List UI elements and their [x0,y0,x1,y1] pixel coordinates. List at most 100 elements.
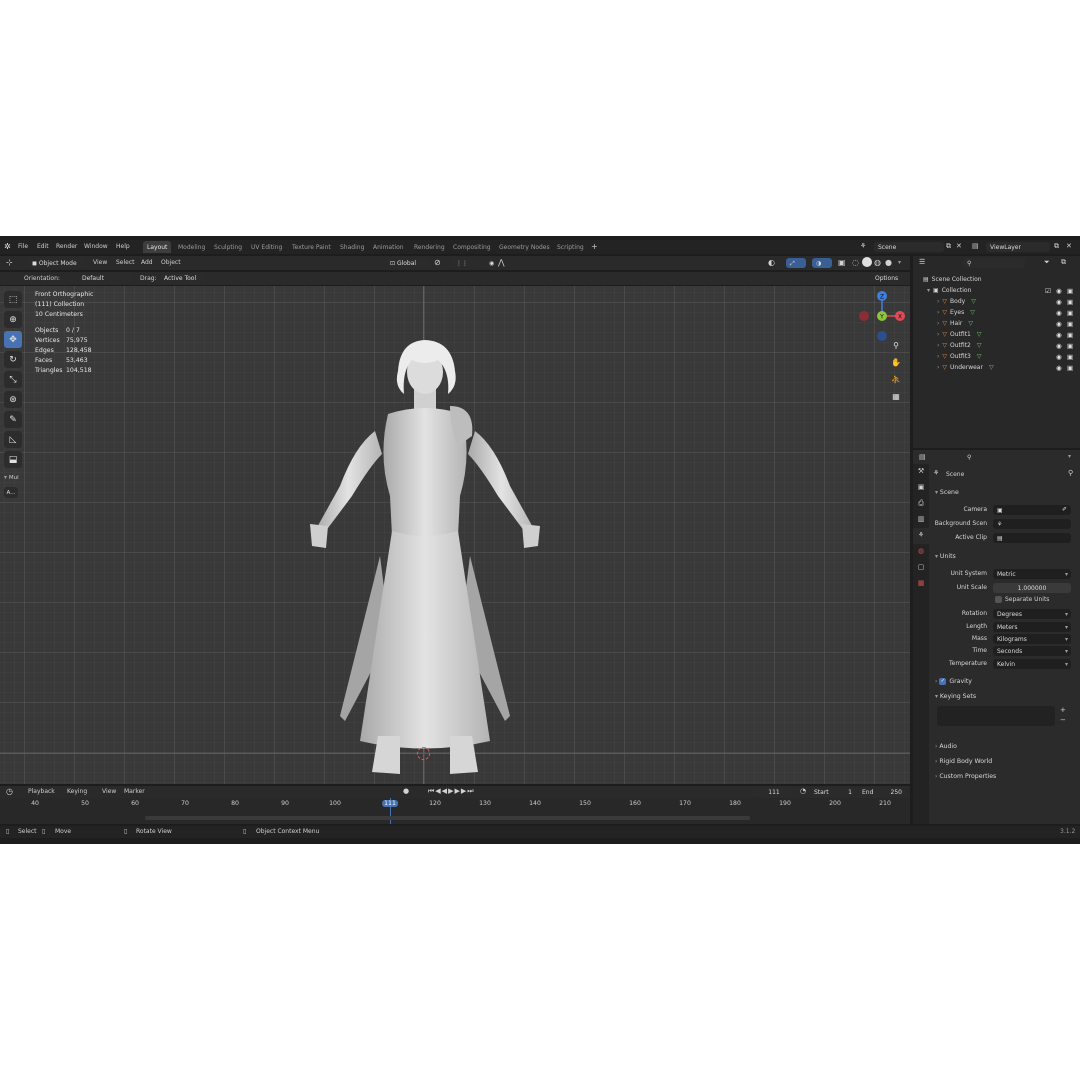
mesh-data-icon[interactable]: ▽ [970,309,975,316]
temperature-dropdown[interactable]: Kelvin ▾ [993,659,1071,669]
outliner-editor-icon[interactable]: ☰ [919,258,925,266]
collection-tab-icon[interactable]: ▢ [913,560,929,576]
camera-icon[interactable]: ▣ [1067,331,1073,339]
timeline-menu-keying[interactable]: Keying [67,788,87,795]
falloff-icon[interactable]: ⋀ [498,258,505,267]
separate-units-checkbox[interactable]: Separate Units [995,596,1049,603]
properties-editor-icon[interactable]: ▤ [919,453,926,461]
eye-icon[interactable]: ◉ [1056,353,1062,361]
keying-sets-panel-header[interactable]: ▾ Keying Sets [935,693,976,700]
timeline-menu-view[interactable]: View [102,788,116,795]
gizmo-toggle[interactable]: ⤢ [786,258,806,268]
menu-render[interactable]: Render [56,243,77,250]
character-model[interactable] [300,336,550,776]
camera-field[interactable]: ▣ ✐ [993,505,1071,515]
eye-icon[interactable]: ◉ [1056,364,1062,372]
rendered-shading-icon[interactable]: ● [885,258,892,267]
chevron-down-icon[interactable]: ▾ [927,287,930,294]
overlay-toggle[interactable]: ◑ [812,258,832,268]
new-collection-icon[interactable]: ⧉ [1061,258,1066,267]
current-frame-field[interactable]: 111 [754,787,794,797]
material-shading-icon[interactable]: ◍ [874,258,881,267]
chevron-right-icon[interactable]: › [937,342,939,349]
camera-icon[interactable]: ▣ [1067,298,1073,306]
world-tab-icon[interactable]: ◍ [913,544,929,560]
units-panel-header[interactable]: ▾ Units [935,553,956,560]
rotation-dropdown[interactable]: Degrees ▾ [993,609,1071,619]
measure-tool[interactable]: ◺ [4,431,22,448]
drag-setting-dropdown[interactable]: Active Tool [160,273,206,283]
viewport-menu-select[interactable]: Select [116,259,135,266]
delete-scene-icon[interactable]: ✕ [956,242,962,250]
chevron-right-icon[interactable]: › [937,309,939,316]
eye-icon[interactable]: ◉ [1056,298,1062,306]
tab-shading[interactable]: Shading [336,241,368,253]
transform-orientation-selector[interactable]: ⊡ Global [386,258,430,268]
transform-tool[interactable]: ⊛ [4,391,22,408]
tab-rendering[interactable]: Rendering [410,241,449,253]
chevron-right-icon[interactable]: › [937,331,939,338]
snap-selector[interactable]: ⋮⋮ [452,258,480,268]
outliner-object-row[interactable]: › ▽ Body ▽ ◉ ▣ [913,296,1080,307]
mesh-data-icon[interactable]: ▽ [989,364,994,371]
wireframe-shading-icon[interactable]: ◌ [852,258,859,267]
render-tab-icon[interactable]: ▣ [913,480,929,496]
audio-panel-header[interactable]: › Audio [935,743,957,750]
timeline-scrollbar[interactable] [145,816,750,820]
menu-edit[interactable]: Edit [37,243,49,250]
orientation-setting-dropdown[interactable]: Default [78,273,134,283]
outliner-object-row[interactable]: › ▽ Outfit1 ▽ ◉ ▣ [913,329,1080,340]
tab-modeling[interactable]: Modeling [174,241,209,253]
output-tab-icon[interactable]: ⎙ [913,496,929,512]
solid-shading-icon[interactable] [862,257,872,267]
checkbox-icon[interactable]: ☑ [1045,287,1051,295]
scene-panel-header[interactable]: ▾ Scene [935,489,959,496]
menu-help[interactable]: Help [116,243,130,250]
scene-collection-row[interactable]: ▤ Scene Collection [913,274,1080,285]
eye-icon[interactable]: ◉ [1056,331,1062,339]
eye-icon[interactable]: ◉ [1056,309,1062,317]
timeline-menu-playback[interactable]: Playback [28,788,55,795]
custom-properties-panel-header[interactable]: › Custom Properties [935,773,996,780]
new-view-layer-icon[interactable]: ⧉ [1054,242,1059,251]
tab-layout[interactable]: Layout [143,241,172,253]
chevron-right-icon[interactable]: › [937,353,939,360]
outliner-object-row[interactable]: › ▽ Outfit3 ▽ ◉ ▣ [913,351,1080,362]
scene-selector[interactable]: Scene [874,242,944,252]
pivot-point-icon[interactable]: ⊘ [434,258,441,267]
view-layer-tab-icon[interactable]: ▥ [913,512,929,528]
select-box-tool[interactable]: ⬚ [4,291,22,308]
navigation-gizmo[interactable]: Z X Y [856,290,908,342]
outliner-object-row[interactable]: › ▽ Underwear ▽ ◉ ▣ [913,362,1080,373]
properties-search[interactable]: ⚲ [963,452,1025,462]
chevron-right-icon[interactable]: › [937,298,939,305]
mesh-data-icon[interactable]: ▽ [968,320,973,327]
tab-geometry-nodes[interactable]: Geometry Nodes [495,241,554,253]
zoom-icon[interactable]: ⚲ [889,338,903,352]
chevron-down-icon[interactable]: ▾ [1068,453,1071,460]
perspective-grid-icon[interactable]: ▦ [889,389,903,403]
xray-icon[interactable]: ▣ [838,258,846,267]
tool-tab-icon[interactable]: ⚒ [913,464,929,480]
tab-animation[interactable]: Animation [369,241,408,253]
proportional-edit-toggle[interactable]: ◉ [485,258,495,268]
camera-view-icon[interactable]: ⛹ [889,372,903,386]
unit-scale-field[interactable]: 1.000000 [993,583,1071,593]
mesh-data-icon[interactable]: ▽ [977,353,982,360]
blender-logo-icon[interactable]: ✲ [4,242,11,251]
pin-icon[interactable]: ⚲ [1068,469,1073,477]
scene-tab-icon[interactable]: ⚘ [913,528,929,544]
new-scene-icon[interactable]: ⧉ [946,242,951,251]
time-dropdown[interactable]: Seconds ▾ [993,646,1071,656]
outliner-object-row[interactable]: › ▽ Outfit2 ▽ ◉ ▣ [913,340,1080,351]
end-frame-field[interactable]: End 250 [858,787,906,797]
mesh-data-icon[interactable]: ▽ [977,342,982,349]
menu-file[interactable]: File [18,243,28,250]
mesh-data-icon[interactable]: ▽ [977,331,982,338]
eye-icon[interactable]: ◉ [1056,342,1062,350]
tab-texture-paint[interactable]: Texture Paint [288,241,335,253]
camera-icon[interactable]: ▣ [1067,342,1073,350]
camera-icon[interactable]: ▣ [1067,364,1073,372]
rotate-tool[interactable]: ↻ [4,351,22,368]
clock-icon[interactable]: ◔ [800,787,806,795]
